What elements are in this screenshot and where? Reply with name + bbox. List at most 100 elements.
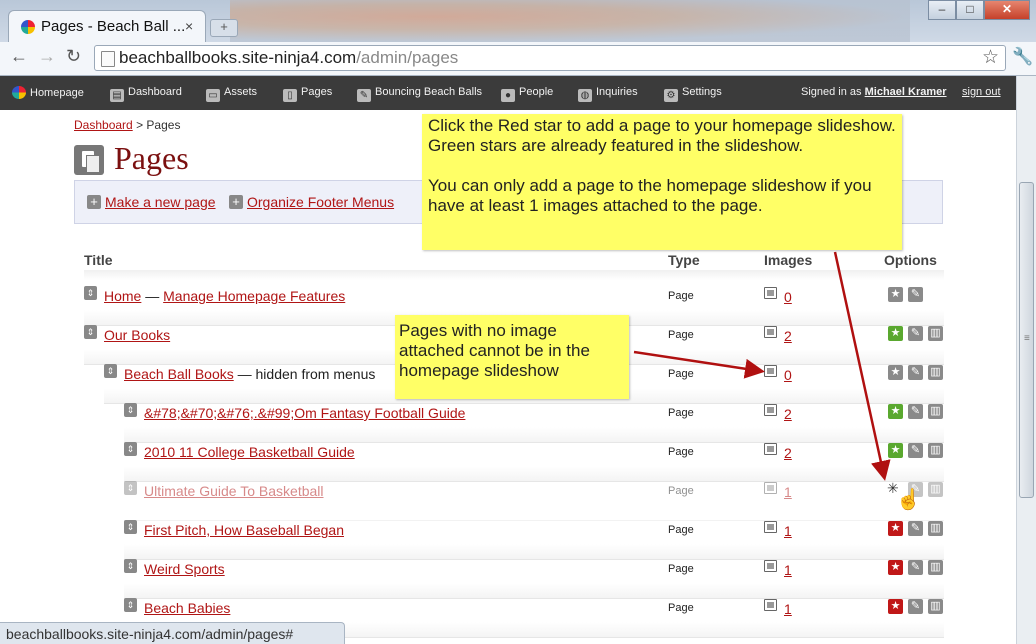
row-title-link[interactable]: Beach Ball Books [124, 366, 234, 382]
image-count-link[interactable]: 1 [784, 601, 792, 617]
row-title-link[interactable]: Our Books [104, 327, 170, 343]
trash-icon[interactable]: ▥ [928, 365, 943, 380]
breadcrumb-dashboard-link[interactable]: Dashboard [74, 118, 133, 132]
trash-icon[interactable]: ▥ [928, 521, 943, 536]
row-title-link[interactable]: Beach Babies [144, 600, 230, 616]
breadcrumb: Dashboard > Pages [74, 118, 181, 132]
nav-bouncing-beach-balls[interactable]: ✎ Bouncing Beach Balls [357, 86, 482, 102]
organize-footer-menus-action[interactable]: + Organize Footer Menus [229, 194, 394, 210]
hand-cursor-icon: ☝ [896, 489, 921, 511]
nav-assets[interactable]: ▭ Assets [206, 86, 257, 102]
trash-icon[interactable]: ▥ [928, 443, 943, 458]
edit-pencil-icon[interactable]: ✎ [908, 521, 923, 536]
new-tab-button[interactable]: + [210, 19, 238, 37]
reorder-icon[interactable]: ⇕ [124, 481, 137, 495]
forward-icon[interactable]: → [38, 46, 56, 67]
manage-homepage-features-link[interactable]: Manage Homepage Features [163, 288, 345, 304]
sign-out-link[interactable]: sign out [962, 86, 1001, 98]
bookmark-star-icon[interactable]: ☆ [982, 46, 999, 69]
edit-pencil-icon[interactable]: ✎ [908, 326, 923, 341]
table-row: ⇕ &#78;&#70;&#76;.&#99;Om Fantasy Footba… [124, 403, 944, 443]
table-row: ⇕ Ultimate Guide To Basketball Page 1 ✎ … [124, 481, 944, 521]
back-icon[interactable]: ← [10, 46, 28, 67]
image-icon [764, 482, 777, 494]
nav-people[interactable]: ● People [501, 86, 553, 102]
featured-star-icon[interactable]: ★ [888, 404, 903, 419]
pages-title-icon [74, 145, 104, 175]
row-type: Page [668, 563, 694, 575]
wrench-menu-icon[interactable]: 🔧 [1012, 47, 1033, 67]
image-count-link[interactable]: 2 [784, 445, 792, 461]
row-title-link[interactable]: First Pitch, How Baseball Began [144, 522, 344, 538]
add-to-slideshow-star-icon[interactable]: ★ [888, 560, 903, 575]
edit-pencil-icon[interactable]: ✎ [908, 365, 923, 380]
make-new-page-action[interactable]: + Make a new page [87, 194, 216, 210]
nav-settings[interactable]: ⚙ Settings [664, 86, 722, 102]
featured-star-icon[interactable]: ★ [888, 443, 903, 458]
reorder-icon[interactable]: ⇕ [104, 364, 117, 378]
image-icon [764, 521, 777, 533]
dashboard-icon: ▤ [110, 89, 124, 102]
trash-icon[interactable]: ▥ [928, 482, 943, 497]
grip-icon: ≡ [1024, 333, 1030, 344]
pencil-icon: ✎ [357, 89, 371, 102]
image-count-link[interactable]: 1 [784, 484, 792, 500]
row-title-link[interactable]: &#78;&#70;&#76;.&#99;Om Fantasy Football… [144, 405, 465, 421]
image-count-link[interactable]: 0 [784, 289, 792, 305]
edit-pencil-icon[interactable]: ✎ [908, 560, 923, 575]
image-count-link[interactable]: 2 [784, 406, 792, 422]
nav-dashboard[interactable]: ▤ Dashboard [110, 86, 182, 102]
trash-icon[interactable]: ▥ [928, 599, 943, 614]
image-count-link[interactable]: 0 [784, 367, 792, 383]
address-bar[interactable]: beachballbooks.site-ninja4.com/admin/pag… [94, 45, 1006, 71]
maximize-button[interactable]: □ [956, 0, 984, 20]
reorder-icon[interactable]: ⇕ [84, 286, 97, 300]
edit-pencil-icon[interactable]: ✎ [908, 599, 923, 614]
reorder-icon[interactable]: ⇕ [124, 520, 137, 534]
person-icon: ● [501, 89, 515, 102]
reorder-icon[interactable]: ⇕ [124, 559, 137, 573]
page-icon [101, 51, 115, 67]
featured-star-icon[interactable]: ★ [888, 326, 903, 341]
browser-tab[interactable]: Pages - Beach Ball ... × [8, 10, 206, 42]
window-close-button[interactable]: ✕ [984, 0, 1030, 20]
add-to-slideshow-star-icon[interactable]: ★ [888, 521, 903, 536]
reorder-icon[interactable]: ⇕ [124, 442, 137, 456]
speech-bubble-icon: ◍ [578, 89, 592, 102]
user-link[interactable]: Michael Kramer [865, 86, 947, 98]
row-title-link[interactable]: Ultimate Guide To Basketball [144, 483, 324, 499]
tab-title: Pages - Beach Ball ... [41, 18, 186, 35]
add-to-slideshow-star-icon[interactable]: ★ [888, 599, 903, 614]
minimize-button[interactable]: – [928, 0, 956, 20]
admin-nav-bar: Homepage ▤ Dashboard ▭ Assets ▯ Pages ✎ Boun… [0, 76, 1016, 110]
reload-icon[interactable]: ↻ [66, 46, 81, 67]
plus-icon: + [229, 195, 243, 209]
scrollbar-thumb[interactable]: ≡ [1019, 182, 1034, 498]
image-icon [764, 404, 777, 416]
edit-pencil-icon[interactable]: ✎ [908, 443, 923, 458]
nav-inquiries[interactable]: ◍ Inquiries [578, 86, 638, 102]
row-title-link[interactable]: Weird Sports [144, 561, 225, 577]
image-icon [764, 443, 777, 455]
row-title-link[interactable]: 2010 11 College Basketball Guide [144, 444, 355, 460]
reorder-icon[interactable]: ⇕ [124, 403, 137, 417]
row-title-link[interactable]: Home [104, 288, 141, 304]
edit-pencil-icon[interactable]: ✎ [908, 287, 923, 302]
folder-icon: ▭ [206, 89, 220, 102]
tab-close-icon[interactable]: × [185, 18, 193, 34]
image-count-link[interactable]: 1 [784, 562, 792, 578]
trash-icon[interactable]: ▥ [928, 326, 943, 341]
image-count-link[interactable]: 2 [784, 328, 792, 344]
browser-titlebar: Pages - Beach Ball ... × + – □ ✕ [0, 0, 1036, 42]
reorder-icon[interactable]: ⇕ [124, 598, 137, 612]
reorder-icon[interactable]: ⇕ [84, 325, 97, 339]
nav-pages[interactable]: ▯ Pages [283, 86, 332, 102]
feature-star-icon[interactable]: ★ [888, 287, 903, 302]
trash-icon[interactable]: ▥ [928, 404, 943, 419]
nav-homepage[interactable]: Homepage [12, 86, 84, 99]
edit-pencil-icon[interactable]: ✎ [908, 404, 923, 419]
trash-icon[interactable]: ▥ [928, 560, 943, 575]
image-count-link[interactable]: 1 [784, 523, 792, 539]
feature-star-icon[interactable]: ★ [888, 365, 903, 380]
vertical-scrollbar[interactable]: ≡ [1016, 76, 1036, 644]
